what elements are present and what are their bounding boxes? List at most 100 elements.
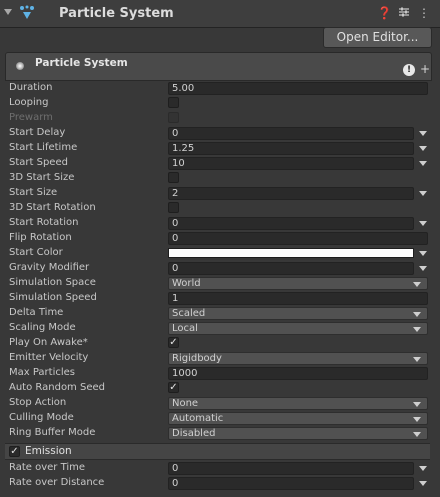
emission-label: Emission <box>25 445 72 457</box>
property-label: Start Lifetime <box>9 142 78 153</box>
chevron-down-icon <box>413 417 421 422</box>
chevron-down-icon[interactable] <box>419 161 427 166</box>
property-row-looping: Looping <box>0 96 440 111</box>
emission-module-header[interactable]: ✓ Emission <box>5 443 430 460</box>
auto-random-seed-checkbox[interactable]: ✓ <box>168 382 179 393</box>
field-value: 0 <box>172 128 179 139</box>
property-label: Simulation Speed <box>9 292 97 303</box>
main-module-header[interactable]: Particle System ! + <box>5 52 432 81</box>
property-label: Prewarm <box>9 112 53 123</box>
kebab-menu-icon[interactable]: ⋮ <box>417 6 431 20</box>
field-value: 0 <box>172 218 179 229</box>
foldout-arrow-icon[interactable] <box>4 9 12 15</box>
prewarm-checkbox <box>168 112 179 123</box>
property-label: Start Rotation <box>9 217 79 228</box>
chevron-down-icon[interactable] <box>419 221 427 226</box>
field-value: 10 <box>172 158 185 169</box>
help-icon[interactable]: ❓ <box>377 6 392 20</box>
field-value: 0 <box>172 233 179 244</box>
stop-action-dropdown[interactable]: None <box>168 397 428 410</box>
property-row-gravity-modifier: Gravity Modifier 0 <box>0 261 440 276</box>
chevron-down-icon <box>413 327 421 332</box>
module-title: Particle System <box>35 57 128 69</box>
3d-start-rotation-checkbox[interactable] <box>168 202 179 213</box>
looping-checkbox[interactable] <box>168 97 179 108</box>
simulation-speed-field[interactable]: 1 <box>168 292 428 305</box>
start-color-swatch[interactable] <box>168 248 414 258</box>
property-row-start-delay: Start Delay 0 <box>0 126 440 141</box>
property-label: Max Particles <box>9 367 76 378</box>
gravity-modifier-field[interactable]: 0 <box>168 262 414 275</box>
culling-mode-dropdown[interactable]: Automatic <box>168 412 428 425</box>
property-row-emitter-velocity: Emitter Velocity Rigidbody <box>0 351 440 366</box>
property-row-3d-start-rotation: 3D Start Rotation <box>0 201 440 216</box>
rate-over-time-field[interactable]: 0 <box>168 462 414 475</box>
property-label: Emitter Velocity <box>9 352 89 363</box>
start-lifetime-field[interactable]: 1.25 <box>168 142 414 155</box>
property-label: Auto Random Seed <box>9 382 105 393</box>
field-value: 2 <box>172 188 179 199</box>
chevron-down-icon <box>413 432 421 437</box>
property-label: Rate over Time <box>9 462 86 473</box>
duration-field[interactable]: 5.00 <box>168 82 428 95</box>
property-row-prewarm: Prewarm <box>0 111 440 126</box>
chevron-down-icon[interactable] <box>419 131 427 136</box>
property-row-max-particles: Max Particles 1000 <box>0 366 440 381</box>
property-row-auto-random-seed: Auto Random Seed ✓ <box>0 381 440 396</box>
start-size-field[interactable]: 2 <box>168 187 414 200</box>
play-on-awake-checkbox[interactable]: ✓ <box>168 337 179 348</box>
rate-over-distance-field[interactable]: 0 <box>168 477 414 490</box>
ring-buffer-mode-dropdown[interactable]: Disabled <box>168 427 428 440</box>
open-editor-button[interactable]: Open Editor... <box>323 27 432 48</box>
property-row-start-rotation: Start Rotation 0 <box>0 216 440 231</box>
chevron-down-icon <box>413 357 421 362</box>
field-value: 1 <box>172 293 179 304</box>
property-row-rate-over-time: Rate over Time 0 <box>0 461 440 476</box>
chevron-down-icon[interactable] <box>419 481 427 486</box>
property-row-ring-buffer-mode: Ring Buffer Mode Disabled <box>0 426 440 441</box>
property-label: Flip Rotation <box>9 232 72 243</box>
field-value: Rigidbody <box>172 353 222 364</box>
property-row-duration: Duration 5.00 <box>0 81 440 96</box>
property-label: Start Speed <box>9 157 68 168</box>
3d-start-size-checkbox[interactable] <box>168 172 179 183</box>
warning-icon[interactable]: ! <box>403 64 415 76</box>
chevron-down-icon <box>413 402 421 407</box>
flip-rotation-field[interactable]: 0 <box>168 232 428 245</box>
scaling-mode-dropdown[interactable]: Local <box>168 322 428 335</box>
start-delay-field[interactable]: 0 <box>168 127 414 140</box>
max-particles-field[interactable]: 1000 <box>168 367 428 380</box>
emission-enabled-checkbox[interactable]: ✓ <box>9 446 20 457</box>
add-icon[interactable]: + <box>420 63 430 75</box>
property-label: Play On Awake* <box>9 337 88 348</box>
chevron-down-icon[interactable] <box>419 466 427 471</box>
chevron-down-icon[interactable] <box>419 146 427 151</box>
property-label: 3D Start Size <box>9 172 75 183</box>
field-value: Local <box>172 323 198 334</box>
property-label: 3D Start Rotation <box>9 202 96 213</box>
field-value: None <box>172 398 199 409</box>
property-row-start-speed: Start Speed 10 <box>0 156 440 171</box>
simulation-space-dropdown[interactable]: World <box>168 277 428 290</box>
property-label: Scaling Mode <box>9 322 76 333</box>
property-row-3d-start-size: 3D Start Size <box>0 171 440 186</box>
emission-module-properties: Rate over Time 0 Rate over Distance 0 <box>0 461 440 491</box>
chevron-down-icon[interactable] <box>419 266 427 271</box>
component-title: Particle System <box>59 6 174 21</box>
field-value: World <box>172 278 201 289</box>
field-value: Disabled <box>172 428 216 439</box>
property-row-scaling-mode: Scaling Mode Local <box>0 321 440 336</box>
chevron-down-icon[interactable] <box>419 191 427 196</box>
start-rotation-field[interactable]: 0 <box>168 217 414 230</box>
property-label: Rate over Distance <box>9 477 105 488</box>
preset-icon[interactable] <box>397 6 411 20</box>
field-value: 0 <box>172 463 179 474</box>
property-row-stop-action: Stop Action None <box>0 396 440 411</box>
start-speed-field[interactable]: 10 <box>168 157 414 170</box>
component-header: Particle System ❓ ⋮ <box>0 0 440 28</box>
chevron-down-icon[interactable] <box>419 251 427 256</box>
emitter-velocity-dropdown[interactable]: Rigidbody <box>168 352 428 365</box>
property-row-start-size: Start Size 2 <box>0 186 440 201</box>
property-label: Gravity Modifier <box>9 262 90 273</box>
delta-time-dropdown[interactable]: Scaled <box>168 307 428 320</box>
